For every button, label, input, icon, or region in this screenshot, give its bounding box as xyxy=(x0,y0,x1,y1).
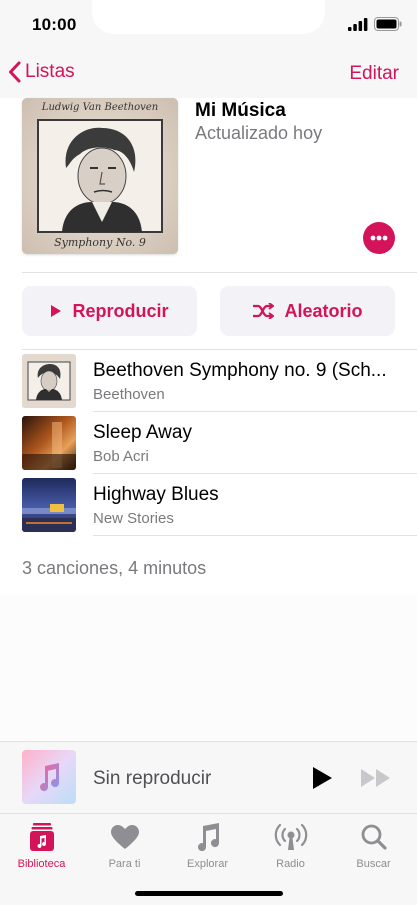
fast-forward-icon[interactable] xyxy=(360,768,392,788)
status-time: 10:00 xyxy=(32,15,77,34)
play-icon xyxy=(51,305,62,317)
track-row[interactable]: Sleep Away Bob Acri xyxy=(0,412,417,474)
playlist-summary: 3 canciones, 4 minutos xyxy=(22,558,207,578)
shuffle-icon xyxy=(253,303,275,319)
track-title: Highway Blues xyxy=(93,484,219,505)
play-icon[interactable] xyxy=(311,766,333,790)
shuffle-button-label: Aleatorio xyxy=(284,300,363,321)
play-button-label: Reproducir xyxy=(72,300,169,321)
tab-radio[interactable]: Radio xyxy=(249,820,332,870)
chevron-left-icon xyxy=(9,61,21,83)
content-background xyxy=(0,595,417,741)
tab-buscar[interactable]: Buscar xyxy=(332,820,415,870)
mini-player-artwork xyxy=(22,750,76,804)
divider xyxy=(93,535,417,536)
track-title: Beethoven Symphony no. 9 (Sch... xyxy=(93,360,387,381)
track-artist: Beethoven xyxy=(93,386,165,403)
track-row[interactable]: Beethoven Symphony no. 9 (Sch... Beethov… xyxy=(0,350,417,412)
track-artist: New Stories xyxy=(93,510,174,527)
artwork-bottom-text: Symphony No. 9 xyxy=(54,236,146,249)
track-row[interactable]: Highway Blues New Stories xyxy=(0,474,417,536)
playlist-title: Mi Música xyxy=(195,100,286,121)
track-artwork xyxy=(22,478,76,532)
music-note-icon xyxy=(40,763,60,792)
track-artist: Bob Acri xyxy=(93,448,149,465)
ellipsis-icon xyxy=(370,235,388,241)
status-bar: 10:00 xyxy=(0,0,417,50)
cellular-signal-icon xyxy=(348,18,368,31)
edit-button[interactable]: Editar xyxy=(349,63,399,85)
track-artwork xyxy=(22,354,76,408)
tab-bar: Biblioteca Para ti Explorar Radio Buscar xyxy=(0,813,417,905)
home-indicator xyxy=(135,891,283,896)
tab-biblioteca[interactable]: Biblioteca xyxy=(0,820,83,870)
battery-icon xyxy=(374,17,402,31)
music-note-icon xyxy=(197,823,219,851)
playlist-subtitle: Actualizado hoy xyxy=(195,123,323,143)
play-button[interactable]: Reproducir xyxy=(22,286,197,336)
mini-player-title: Sin reproducir xyxy=(93,768,212,789)
library-icon xyxy=(29,823,54,851)
tab-label: Biblioteca xyxy=(17,858,66,870)
tab-label: Explorar xyxy=(187,858,228,870)
track-title: Sleep Away xyxy=(93,422,192,443)
mini-player[interactable]: Sin reproducir xyxy=(0,741,417,813)
heart-icon xyxy=(110,824,139,849)
tab-label: Para ti xyxy=(108,858,141,870)
search-icon xyxy=(361,824,387,850)
more-options-button[interactable] xyxy=(363,222,395,254)
artwork-top-text: Ludwig Van Beethoven xyxy=(41,102,159,113)
track-artwork xyxy=(22,416,76,470)
tab-para-ti[interactable]: Para ti xyxy=(83,820,166,870)
back-button[interactable]: Listas xyxy=(8,61,75,83)
tab-label: Radio xyxy=(276,858,305,870)
navigation-bar: Listas Editar xyxy=(0,50,417,98)
tab-explorar[interactable]: Explorar xyxy=(166,820,249,870)
playlist-artwork: Ludwig Van Beethoven Symphony No. 9 xyxy=(22,98,178,254)
tab-label: Buscar xyxy=(356,858,391,870)
radio-icon xyxy=(274,823,307,850)
shuffle-button[interactable]: Aleatorio xyxy=(220,286,395,336)
back-label: Listas xyxy=(25,61,75,82)
divider xyxy=(22,272,417,273)
notch xyxy=(92,0,325,34)
